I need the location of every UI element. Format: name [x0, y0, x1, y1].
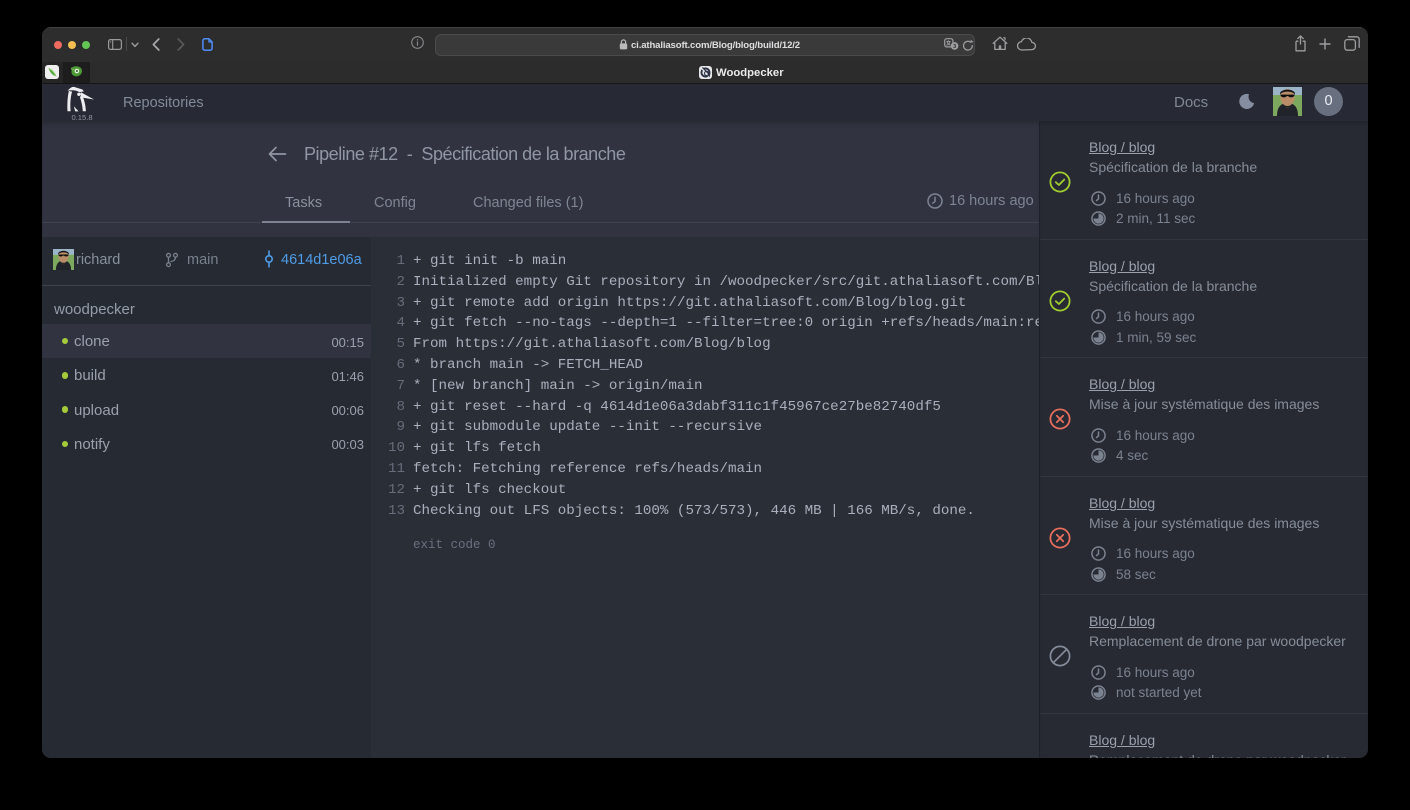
svg-text:3: 3	[953, 44, 956, 50]
